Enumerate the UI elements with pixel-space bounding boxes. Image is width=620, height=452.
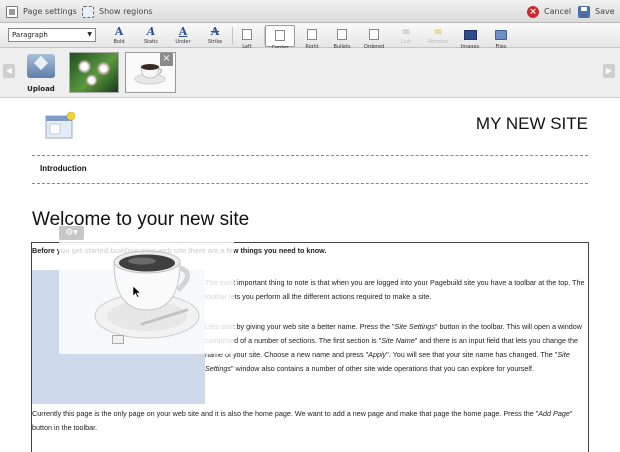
files-button[interactable]: Files xyxy=(486,25,516,50)
folder-icon xyxy=(495,30,507,40)
ordered-button[interactable]: Ordered xyxy=(359,25,389,50)
underline-icon: A xyxy=(178,25,188,38)
images-button[interactable]: Images xyxy=(455,25,485,50)
page-settings-label: Page settings xyxy=(23,7,77,16)
italic-button[interactable]: A Static xyxy=(136,25,166,47)
upload-button[interactable]: Upload xyxy=(25,52,57,96)
bold-icon: A xyxy=(114,25,124,38)
show-regions-label: Show regions xyxy=(99,7,153,16)
image-strip: ◀ Upload ▶ xyxy=(0,48,620,98)
nav-divider-top xyxy=(32,155,588,156)
link-icon: ∞ xyxy=(401,25,411,38)
top-bar: Page settings Show regions × Cancel Save xyxy=(0,0,620,23)
format-toolbar: Paragraph ▼ A Bold A Static A Under A St… xyxy=(0,23,620,51)
underline-label: Under xyxy=(175,39,191,45)
remove-image-button[interactable]: × xyxy=(160,53,173,66)
page-settings-icon xyxy=(6,5,18,18)
page-settings-button[interactable]: Page settings xyxy=(6,3,77,20)
link-label: Link xyxy=(400,39,412,45)
cancel-label: Cancel xyxy=(544,7,572,16)
bullets-icon xyxy=(337,29,347,40)
upload-icon xyxy=(27,54,55,78)
format-select-value: Paragraph xyxy=(12,31,48,39)
strike-icon: A xyxy=(210,25,220,38)
image-thumbnail-flowers[interactable] xyxy=(69,52,119,93)
bullets-button[interactable]: Bullets xyxy=(327,25,357,50)
nav-divider-bottom xyxy=(32,183,588,184)
align-left-button[interactable]: Left xyxy=(232,25,262,50)
page-editor: Page settings Show regions × Cancel Save… xyxy=(0,0,620,452)
save-button[interactable]: Save xyxy=(578,3,615,20)
cancel-button[interactable]: × Cancel xyxy=(527,3,571,20)
link-button[interactable]: ∞ Link xyxy=(391,25,421,47)
mouse-cursor-icon xyxy=(133,286,141,298)
site-title: MY NEW SITE xyxy=(475,114,588,133)
remove-link-icon: ∞ xyxy=(433,25,443,38)
cancel-icon: × xyxy=(527,5,539,18)
italic-label: Static xyxy=(143,39,159,45)
upload-label: Upload xyxy=(27,85,55,93)
save-label: Save xyxy=(595,7,615,16)
regions-icon xyxy=(82,5,94,18)
remove-link-button[interactable]: ∞ Remove xyxy=(423,25,453,47)
image-icon xyxy=(463,30,477,40)
paragraph-toolbar: The most important thing to note is that… xyxy=(205,278,585,301)
italic-icon: A xyxy=(146,25,156,38)
dragged-coffee-image[interactable] xyxy=(92,240,202,344)
nav-item-introduction[interactable]: Introduction xyxy=(40,164,87,173)
strike-button[interactable]: A Strike xyxy=(200,25,230,47)
show-regions-button[interactable]: Show regions xyxy=(82,3,153,20)
bold-button[interactable]: A Bold xyxy=(104,25,134,47)
strip-prev-button[interactable]: ◀ xyxy=(3,64,15,78)
align-left-icon xyxy=(242,29,252,40)
remove-label: Remove xyxy=(427,39,449,45)
align-center-icon xyxy=(275,30,285,41)
gear-icon[interactable]: ⚙▾ xyxy=(59,226,84,240)
ordered-list-icon xyxy=(369,29,379,40)
chevron-down-icon: ▼ xyxy=(87,31,92,38)
strike-label: Strike xyxy=(207,39,223,45)
bold-label: Bold xyxy=(113,39,125,45)
paragraph-add-page: Currently this page is the only page on … xyxy=(32,409,573,432)
align-right-icon xyxy=(307,29,317,40)
strip-next-button[interactable]: ▶ xyxy=(603,64,615,78)
format-select[interactable]: Paragraph ▼ xyxy=(8,28,96,42)
underline-button[interactable]: A Under xyxy=(168,25,198,47)
align-right-button[interactable]: Right xyxy=(297,25,327,50)
align-center-button[interactable]: Center xyxy=(265,25,295,51)
image-placeholder-icon xyxy=(112,335,124,344)
paragraph-site-settings: Lets start by giving your web site a bet… xyxy=(205,322,582,373)
save-icon xyxy=(578,5,590,18)
site-logo xyxy=(45,111,76,139)
